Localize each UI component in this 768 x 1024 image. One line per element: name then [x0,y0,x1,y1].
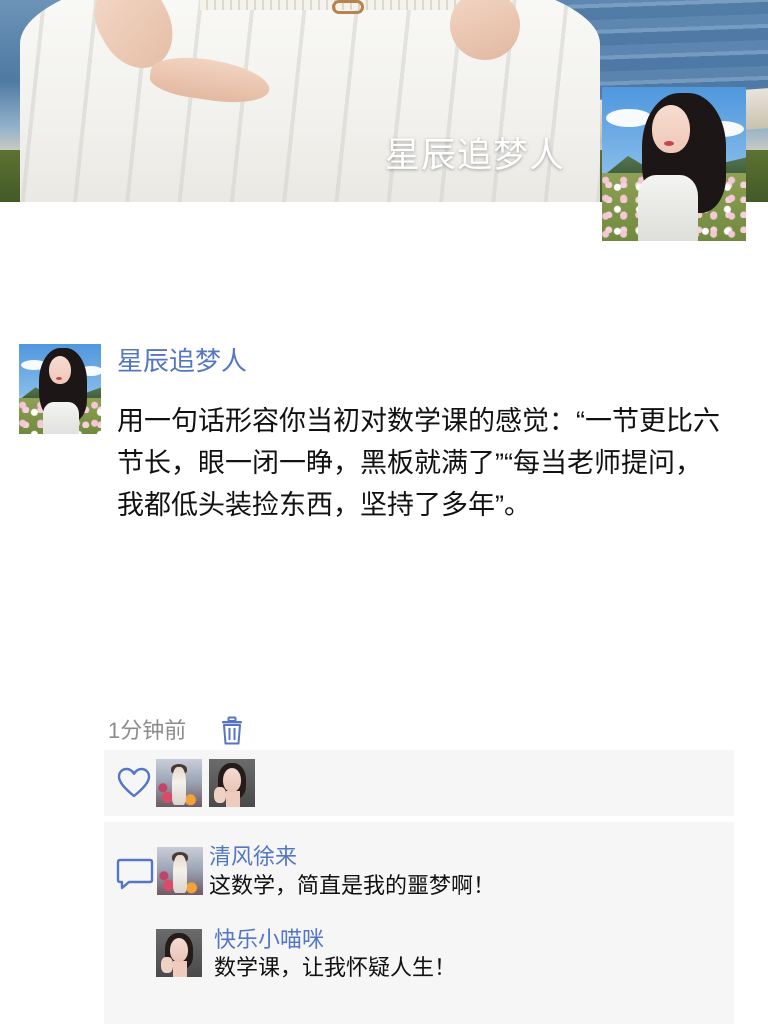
speech-bubble-icon[interactable] [115,856,155,892]
post-author-name[interactable]: 星辰追梦人 [117,344,247,378]
cover-buckle [332,0,364,14]
comment-author-name[interactable]: 快乐小喵咪 [214,927,324,953]
comment-author-avatar[interactable] [157,847,203,895]
comment-author-avatar[interactable] [156,929,202,977]
liker-avatar[interactable] [209,759,255,807]
profile-avatar[interactable] [602,87,746,241]
comment-text: 这数学，简直是我的噩梦啊！ [209,873,496,898]
liker-avatar[interactable] [156,759,202,807]
post-content: 用一句话形容你当初对数学课的感觉：“一节更比六节长，眼一闭一睁，黑板就满了”“每… [117,406,720,520]
post-author-avatar[interactable] [19,344,101,434]
comment-author-name[interactable]: 清风徐来 [209,844,297,870]
trash-icon[interactable] [220,716,244,746]
post-timestamp: 1分钟前 [108,718,187,743]
profile-nickname: 星辰追梦人 [385,136,566,175]
comment-text: 数学课，让我怀疑人生！ [214,955,457,980]
heart-icon[interactable] [116,766,152,800]
